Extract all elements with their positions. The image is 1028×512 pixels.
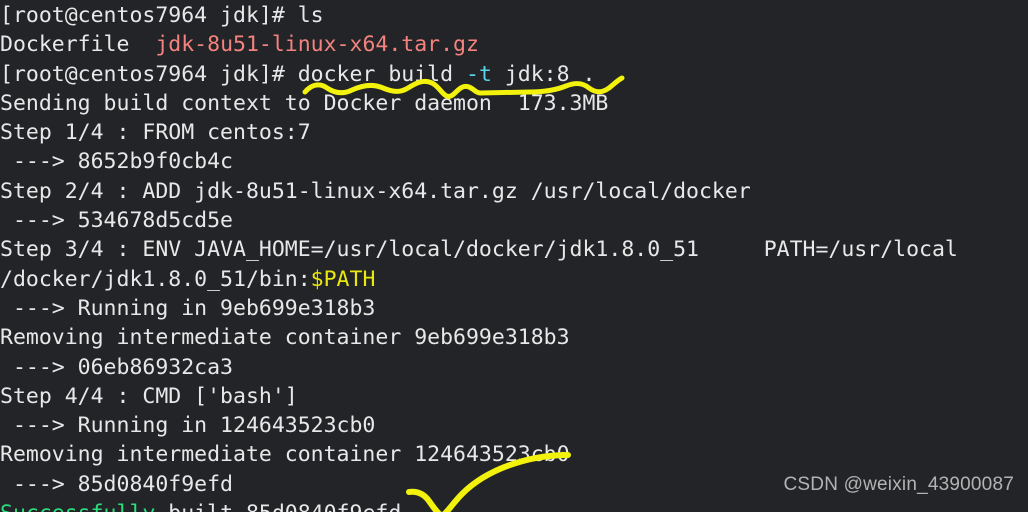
text-segment: Step 3/4 : ENV JAVA_HOME=/usr/local/dock… xyxy=(0,237,958,263)
line-step-3: Step 3/4 : ENV JAVA_HOME=/usr/local/dock… xyxy=(0,235,1028,264)
line-successfully-built: Successfully built 85d0840f9efd xyxy=(0,499,1028,512)
text-segment: $PATH xyxy=(310,266,376,292)
terminal-output: [root@centos7964 jdk]# ls Dockerfile jdk-… xyxy=(0,1,1028,512)
line-layer-3: ---> 06eb86932ca3 xyxy=(0,353,1028,382)
line-sending-context: Sending build context to Docker daemon 1… xyxy=(0,89,1028,118)
text-segment: ---> 8652b9f0cb4c xyxy=(0,149,233,175)
text-segment: ---> 06eb86932ca3 xyxy=(0,354,233,380)
text-segment: built 85d0840f9efd xyxy=(155,501,401,512)
text-segment: jdk:8 . xyxy=(491,61,596,87)
text-segment: ---> 85d0840f9efd xyxy=(0,471,233,497)
line-prompt-docker-build: [root@centos7964 jdk]# docker build -t j… xyxy=(0,60,1028,89)
line-running-1: ---> Running in 9eb699e318b3 xyxy=(0,294,1028,323)
text-segment: [root@centos7964 jdk]# ls xyxy=(0,3,324,28)
csdn-watermark: CSDN @weixin_43900087 xyxy=(783,473,1014,495)
text-segment: Removing intermediate container 12464352… xyxy=(0,442,570,468)
line-step-3-wrap: /docker/jdk1.8.0_51/bin:$PATH xyxy=(0,265,1028,294)
text-segment: Step 1/4 : FROM centos:7 xyxy=(0,120,311,146)
text-segment: [root@centos7964 jdk]# docker build xyxy=(0,61,466,87)
text-segment: -t xyxy=(466,61,492,87)
text-segment: ---> Running in 124643523cb0 xyxy=(0,413,376,439)
line-removing-1: Removing intermediate container 9eb699e3… xyxy=(0,323,1028,352)
text-segment: Dockerfile xyxy=(0,32,156,58)
text-segment: Sending build context to Docker daemon 1… xyxy=(0,90,609,116)
line-ls-output: Dockerfile jdk-8u51-linux-x64.tar.gz xyxy=(0,30,1028,59)
line-layer-1: ---> 8652b9f0cb4c xyxy=(0,147,1028,176)
line-step-4: Step 4/4 : CMD ['bash'] xyxy=(0,382,1028,411)
text-segment: jdk-8u51-linux-x64.tar.gz xyxy=(155,32,479,58)
line-step-1: Step 1/4 : FROM centos:7 xyxy=(0,118,1028,147)
line-prompt-ls: [root@centos7964 jdk]# ls xyxy=(0,1,1028,30)
line-layer-2: ---> 534678d5cd5e xyxy=(0,206,1028,235)
line-running-2: ---> Running in 124643523cb0 xyxy=(0,411,1028,440)
terminal-window[interactable]: [root@centos7964 jdk]# ls Dockerfile jdk-… xyxy=(0,0,1028,512)
line-step-2: Step 2/4 : ADD jdk-8u51-linux-x64.tar.gz… xyxy=(0,177,1028,206)
text-segment: Removing intermediate container 9eb699e3… xyxy=(0,325,570,351)
text-segment: /docker/jdk1.8.0_51/bin: xyxy=(0,266,311,292)
text-segment: ---> Running in 9eb699e318b3 xyxy=(0,295,376,321)
line-removing-2: Removing intermediate container 12464352… xyxy=(0,440,1028,469)
text-segment: ---> 534678d5cd5e xyxy=(0,208,233,234)
text-segment: Successfully xyxy=(0,501,155,512)
text-segment: Step 2/4 : ADD jdk-8u51-linux-x64.tar.gz… xyxy=(0,178,751,204)
text-segment: Step 4/4 : CMD ['bash'] xyxy=(0,383,298,409)
